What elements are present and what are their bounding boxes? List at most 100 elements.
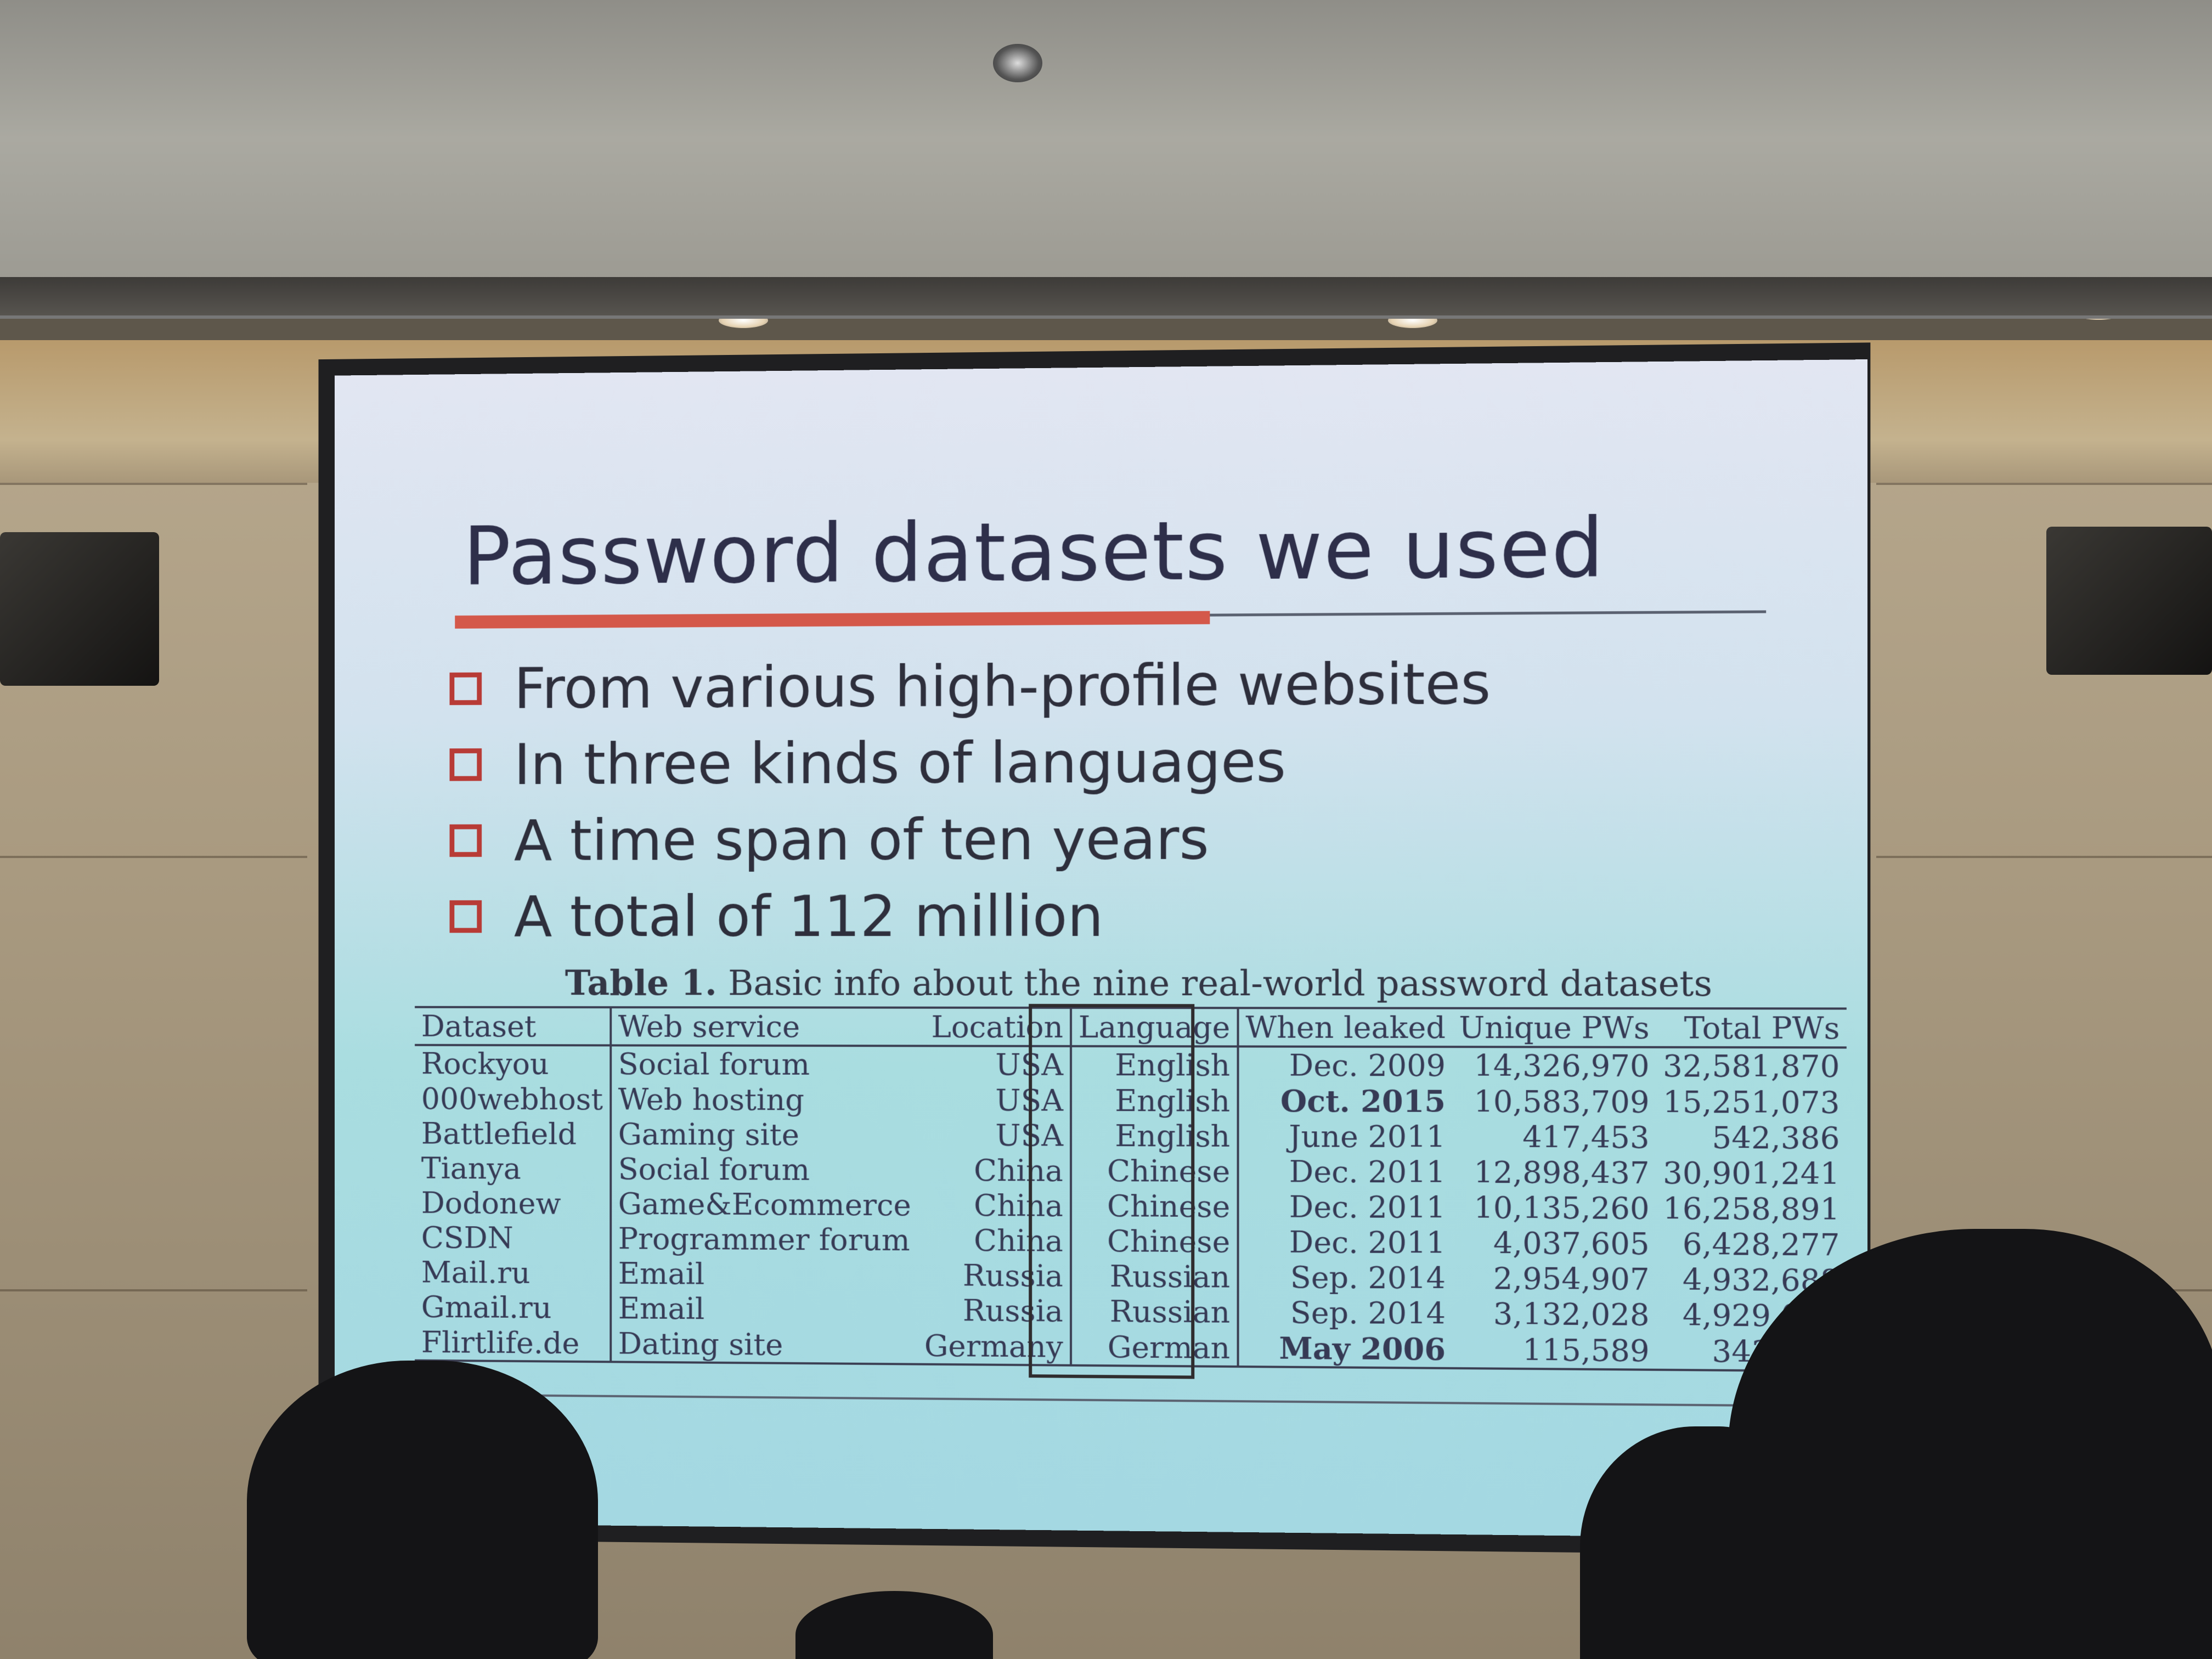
table-cell: 6,428,277 xyxy=(1682,1226,1840,1263)
bullet-item: A total of 112 million xyxy=(449,877,1491,955)
table-caption: Table 1. Basic info about the nine real-… xyxy=(565,963,1712,1005)
table-row: Tianya Social forum China Chinese Dec. 2… xyxy=(415,1150,1847,1192)
table-cell: Sep. 2014 xyxy=(1290,1295,1446,1331)
table-caption-text: Basic info about the nine real-world pas… xyxy=(727,963,1713,1005)
table-cell: USA xyxy=(917,1046,1071,1082)
projected-slide: Password datasets we used From various h… xyxy=(335,359,1867,1539)
table-cell: 14,326,970 xyxy=(1474,1048,1650,1084)
table-cell: 542,386 xyxy=(1712,1120,1840,1156)
ceiling-camera xyxy=(993,44,1042,82)
table-cell: Sep. 2014 xyxy=(1290,1260,1446,1296)
wall-speaker-left xyxy=(0,532,159,686)
table-cell: China xyxy=(917,1222,1071,1259)
table-cell: Dodonew xyxy=(415,1185,611,1221)
column-header: Web service xyxy=(610,1007,918,1046)
table-cell: Flirtlife.de xyxy=(415,1324,611,1362)
photo-scene: Password datasets we used From various h… xyxy=(0,0,2212,1659)
wall-panel-line xyxy=(1876,856,2212,858)
bullet-item: From various high-profile websites xyxy=(449,645,1491,727)
table-cell: 2,954,907 xyxy=(1493,1261,1650,1297)
column-header: Unique PWs xyxy=(1452,1008,1656,1047)
table-cell: Russian xyxy=(1070,1293,1238,1330)
table-cell: Mail.ru xyxy=(415,1255,611,1291)
column-header: Location xyxy=(917,1007,1071,1046)
checkbox-bullet-icon xyxy=(449,900,482,933)
table-cell: Email xyxy=(618,1290,705,1327)
table-cell: 10,583,709 xyxy=(1474,1084,1650,1120)
dataset-table: Dataset Web service Location Language Wh… xyxy=(415,1006,1847,1373)
table-cell: Game&Ecommerce xyxy=(618,1186,911,1223)
wall-speaker-right xyxy=(2046,527,2212,675)
table-header-row: Dataset Web service Location Language Wh… xyxy=(415,1007,1847,1048)
table-cell: China xyxy=(917,1187,1071,1223)
table-cell: Gaming site xyxy=(618,1116,799,1153)
table-cell: 115,589 xyxy=(1452,1331,1656,1370)
table-cell: 12,898,437 xyxy=(1474,1154,1650,1191)
table-cell: Dec. 2011 xyxy=(1289,1154,1446,1190)
bullet-text: A time span of ten years xyxy=(514,805,1209,874)
audience-head-right xyxy=(1728,1229,2212,1659)
column-header: Language xyxy=(1070,1007,1238,1047)
bullet-item: A time span of ten years xyxy=(449,800,1491,878)
table-cell: 30,901,241 xyxy=(1663,1155,1840,1192)
table-cell: 32,581,870 xyxy=(1663,1048,1840,1085)
table-cell: Social forum xyxy=(618,1046,810,1082)
column-header: Dataset xyxy=(415,1007,611,1046)
table-cell: June 2011 xyxy=(1289,1119,1446,1155)
table-cell: 10,135,260 xyxy=(1474,1190,1650,1227)
table-cell: Gmail.ru xyxy=(415,1289,611,1325)
table-cell: Germany xyxy=(917,1327,1071,1365)
table-cell: Chinese xyxy=(1070,1188,1238,1224)
bullet-text: In three kinds of languages xyxy=(514,728,1286,798)
table-cell: Programmer forum xyxy=(618,1221,910,1258)
table-cell: Russia xyxy=(917,1293,1071,1329)
table-cell: China xyxy=(917,1152,1071,1188)
wall-panel-line xyxy=(0,483,307,485)
table-caption-label: Table 1. xyxy=(565,962,717,1004)
table-cell: Social forum xyxy=(618,1151,810,1187)
table-cell: Chinese xyxy=(1070,1153,1238,1189)
table-row: Rockyou Social forum USA English Dec. 20… xyxy=(415,1045,1847,1085)
bullet-list: From various high-profile websites In th… xyxy=(449,645,1491,955)
table-cell: Oct. 2015 xyxy=(1280,1082,1446,1119)
table-cell: 15,251,073 xyxy=(1663,1084,1840,1120)
table-cell: Dec. 2009 xyxy=(1289,1047,1446,1084)
table-row: Battlefield Gaming site USA English June… xyxy=(415,1116,1847,1156)
bullet-text: From various high-profile websites xyxy=(514,650,1491,722)
wall-panel-line xyxy=(1876,483,2212,485)
table-cell: Dec. 2011 xyxy=(1289,1224,1446,1261)
table-cell: Battlefield xyxy=(415,1116,611,1152)
bullet-item: In three kinds of languages xyxy=(449,723,1491,803)
table-cell: Email xyxy=(618,1256,705,1291)
dataset-table-wrapper: Dataset Web service Location Language Wh… xyxy=(415,1006,1847,1373)
table-cell: 3,132,028 xyxy=(1493,1296,1650,1333)
audience-head-left xyxy=(247,1361,598,1659)
table-cell: CSDN xyxy=(415,1220,611,1256)
table-cell: Chinese xyxy=(1070,1223,1238,1260)
table-cell: English xyxy=(1070,1046,1238,1083)
checkbox-bullet-icon xyxy=(449,824,482,857)
table-cell: Rockyou xyxy=(415,1045,611,1081)
table-cell: Web hosting xyxy=(618,1081,805,1117)
table-cell: Russia xyxy=(917,1257,1071,1294)
slide-bottom-rule xyxy=(468,1393,1764,1407)
table-cell: 000webhost xyxy=(415,1081,611,1117)
title-underline-thin xyxy=(1210,610,1767,617)
wall-panel-line xyxy=(0,856,307,858)
table-cell: USA xyxy=(917,1082,1071,1118)
table-cell: English xyxy=(1070,1118,1238,1154)
table-cell: USA xyxy=(917,1118,1071,1153)
bullet-text: A total of 112 million xyxy=(514,882,1104,950)
table-cell: 4,037,605 xyxy=(1493,1225,1650,1262)
table-cell: 417,453 xyxy=(1522,1119,1650,1155)
checkbox-bullet-icon xyxy=(449,748,482,781)
slide-title: Password datasets we used xyxy=(462,500,1605,603)
table-cell: English xyxy=(1070,1082,1238,1119)
table-cell: Russian xyxy=(1070,1258,1238,1295)
ceiling xyxy=(0,0,2212,307)
column-header: Total PWs xyxy=(1656,1008,1847,1048)
table-cell: May 2006 xyxy=(1238,1329,1453,1368)
table-row: 000webhost Web hosting USA English Oct. … xyxy=(415,1081,1847,1120)
projector-screen-housing xyxy=(0,277,2212,319)
title-underline-red xyxy=(455,611,1210,629)
